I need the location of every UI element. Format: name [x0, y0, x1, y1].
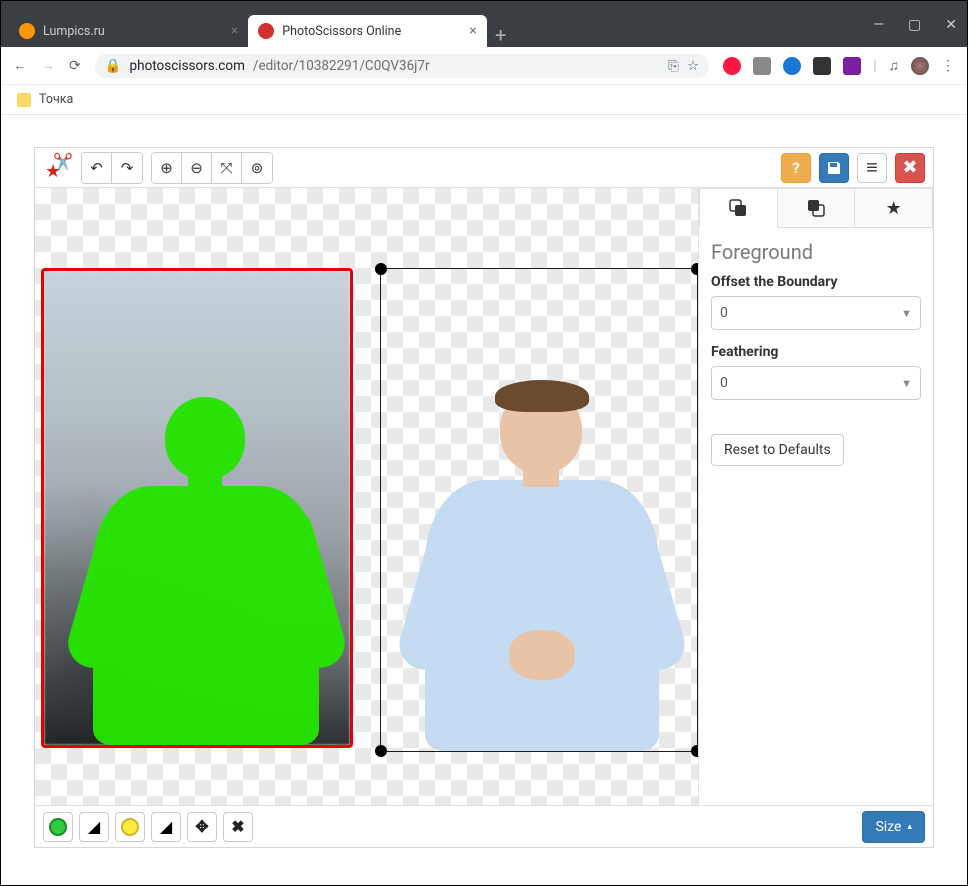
tab-photoscissors[interactable]: PhotoScissors Online ×: [248, 15, 486, 47]
redo-button[interactable]: ↷: [112, 153, 142, 183]
cutout-person: [425, 394, 659, 751]
zoom-out-button[interactable]: ⊖: [182, 153, 212, 183]
extension-opera-icon[interactable]: [723, 57, 741, 75]
lock-icon: 🔒: [105, 58, 122, 74]
result-image-panel[interactable]: [380, 268, 698, 752]
offset-label: Offset the Boundary: [711, 274, 921, 290]
mark-foreground-button[interactable]: [43, 812, 73, 842]
browser-window: — ▢ ✕ Lumpics.ru × PhotoScissors Online …: [0, 0, 968, 886]
feather-select[interactable]: 0 ▼: [711, 366, 921, 400]
profile-avatar-icon[interactable]: [911, 57, 929, 75]
translate-icon[interactable]: ⎘: [668, 58, 679, 74]
green-marker-icon: [49, 818, 67, 836]
zoom-reset-button[interactable]: ⊚: [242, 153, 272, 183]
yellow-marker-icon: [121, 818, 139, 836]
tab-background[interactable]: [778, 188, 856, 228]
media-playlist-icon[interactable]: ♫: [889, 57, 900, 74]
feather-value: 0: [720, 375, 728, 391]
foreground-mask-overlay: [93, 404, 319, 745]
close-tab-icon[interactable]: ×: [231, 23, 238, 39]
help-button[interactable]: ?: [781, 153, 811, 183]
size-label: Size: [875, 819, 901, 835]
browser-tabbar: Lumpics.ru × PhotoScissors Online × +: [1, 11, 967, 47]
bookmark-folder-icon: [17, 93, 31, 107]
panel-body: Foreground Offset the Boundary 0 ▼ Feath…: [699, 228, 933, 474]
chevron-down-icon: ▼: [901, 307, 912, 320]
new-tab-button[interactable]: +: [487, 23, 515, 47]
clear-tool-button[interactable]: ✖: [223, 812, 253, 842]
eraser-icon: ◢: [160, 817, 172, 836]
crop-handle-icon[interactable]: [691, 745, 699, 757]
zoom-in-button[interactable]: ⊕: [152, 153, 182, 183]
close-window-button[interactable]: ✕: [945, 17, 957, 33]
browser-navbar: ← → ⟳ 🔒 photoscissors.com/editor/1038229…: [1, 47, 967, 85]
zoom-fit-button[interactable]: ⤧: [212, 153, 242, 183]
history-group: ↶ ↷: [81, 152, 143, 184]
tab-title: Lumpics.ru: [43, 24, 105, 39]
reload-button[interactable]: ⟳: [69, 58, 81, 74]
tab-foreground[interactable]: [699, 188, 778, 228]
extension-lastfm-icon[interactable]: [753, 57, 771, 75]
source-image-panel[interactable]: [41, 268, 353, 748]
close-editor-button[interactable]: ✖: [895, 153, 925, 183]
app-body: ★ Foreground Offset the Boundary 0 ▼ Fea…: [35, 188, 933, 805]
panel-heading: Foreground: [711, 240, 921, 264]
bookmark-item[interactable]: Точка: [39, 92, 73, 107]
minimize-button[interactable]: —: [873, 17, 884, 33]
url-domain: photoscissors.com: [130, 58, 245, 74]
window-titlebar[interactable]: [1, 1, 967, 11]
window-controls: — ▢ ✕: [873, 17, 957, 33]
extension-box-icon[interactable]: [813, 57, 831, 75]
reset-defaults-button[interactable]: Reset to Defaults: [711, 434, 844, 466]
favicon-icon: [258, 23, 274, 39]
star-icon: ★: [886, 198, 902, 219]
browser-menu-icon[interactable]: ⋮: [941, 58, 955, 74]
extension-adblock-icon[interactable]: [843, 57, 861, 75]
crop-handle-icon[interactable]: [691, 263, 699, 275]
close-tab-icon[interactable]: ×: [469, 23, 476, 39]
eraser-icon: ◢: [88, 817, 100, 836]
back-button[interactable]: ←: [13, 57, 27, 74]
editor-canvas[interactable]: [35, 188, 699, 805]
forward-button[interactable]: →: [41, 57, 55, 74]
extension-globe-icon[interactable]: [783, 57, 801, 75]
undo-button[interactable]: ↶: [82, 153, 112, 183]
crop-handle-icon[interactable]: [375, 263, 387, 275]
brush-size-button[interactable]: Size ▴: [862, 811, 925, 843]
favicon-icon: [19, 23, 35, 39]
panel-tabs: ★: [699, 188, 933, 228]
offset-select[interactable]: 0 ▼: [711, 296, 921, 330]
bookmarks-bar: Точка: [1, 85, 967, 115]
erase-foreground-button[interactable]: ◢: [79, 812, 109, 842]
bookmark-star-icon[interactable]: ☆: [687, 58, 699, 74]
menu-button[interactable]: ≡: [857, 153, 887, 183]
move-tool-button[interactable]: ✥: [187, 812, 217, 842]
tab-lumpics[interactable]: Lumpics.ru ×: [9, 15, 248, 47]
tab-favorites[interactable]: ★: [855, 188, 933, 228]
url-path: /editor/10382291/C0QV36j7r: [253, 58, 430, 74]
feather-label: Feathering: [711, 344, 921, 360]
caret-up-icon: ▴: [907, 822, 912, 832]
photoscissors-app: ✂️★ ↶ ↷ ⊕ ⊖ ⤧ ⊚ ? ≡ ✖: [34, 147, 934, 848]
app-bottombar: ◢ ◢ ✥ ✖ Size ▴: [35, 805, 933, 847]
address-bar[interactable]: 🔒 photoscissors.com/editor/10382291/C0QV…: [95, 54, 709, 78]
zoom-group: ⊕ ⊖ ⤧ ⊚: [151, 152, 273, 184]
chevron-down-icon: ▼: [901, 377, 912, 390]
properties-panel: ★ Foreground Offset the Boundary 0 ▼ Fea…: [699, 188, 933, 805]
app-logo-icon: ✂️★: [43, 153, 73, 183]
layers-front-icon: [728, 198, 748, 218]
erase-background-button[interactable]: ◢: [151, 812, 181, 842]
app-toolbar: ✂️★ ↶ ↷ ⊕ ⊖ ⤧ ⊚ ? ≡ ✖: [35, 148, 933, 188]
extension-tray: | ♫ ⋮: [723, 57, 955, 75]
offset-value: 0: [720, 305, 728, 321]
tab-title: PhotoScissors Online: [282, 24, 401, 39]
save-button[interactable]: [819, 153, 849, 183]
maximize-button[interactable]: ▢: [908, 17, 921, 33]
mark-background-button[interactable]: [115, 812, 145, 842]
crop-handle-icon[interactable]: [375, 745, 387, 757]
layers-back-icon: [806, 198, 826, 218]
